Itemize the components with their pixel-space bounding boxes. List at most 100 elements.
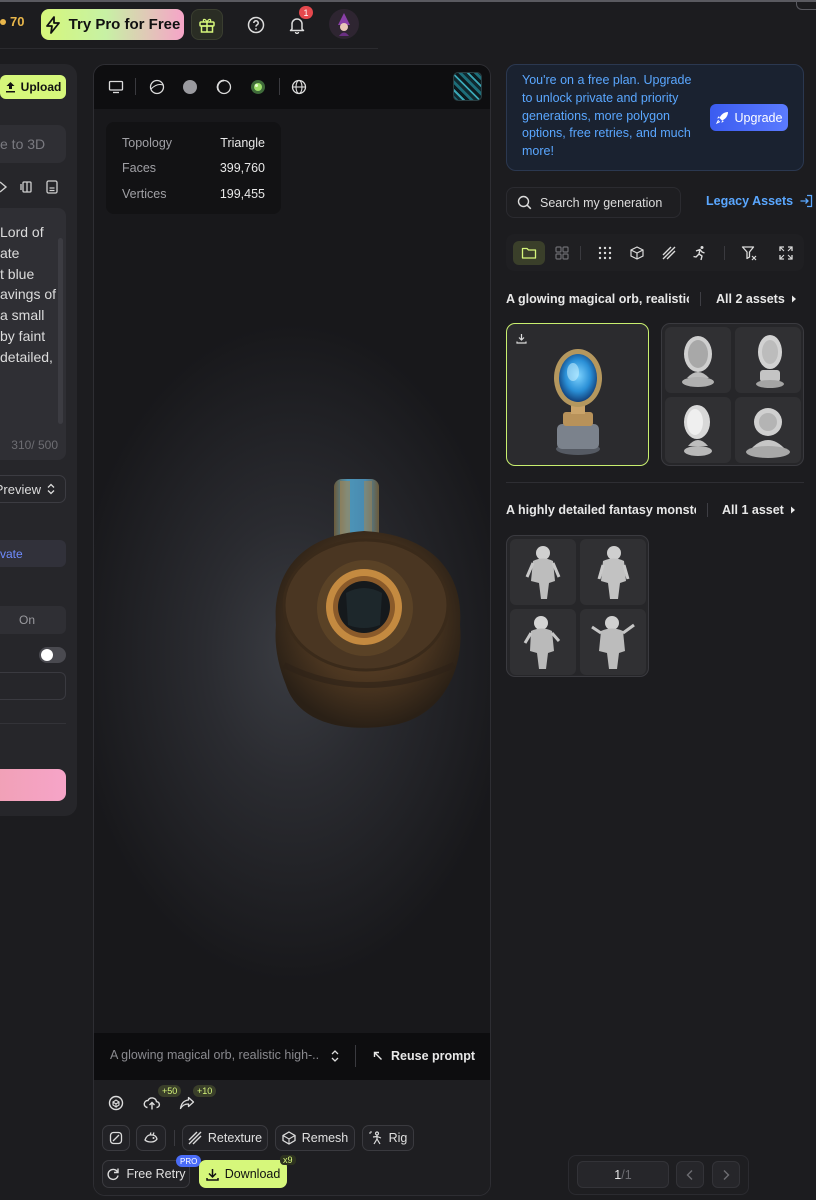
mirror-model-icon — [682, 336, 714, 387]
monster-thumbnail-4[interactable] — [580, 609, 646, 675]
grid-view-icon[interactable] — [552, 243, 572, 263]
stat-row-vertices: Vertices 199,455 — [122, 181, 265, 207]
share-icon[interactable] — [177, 1093, 197, 1113]
monster-model-icon — [523, 616, 561, 669]
variant-thumbnail-1[interactable] — [665, 327, 731, 393]
stat-value: 399,760 — [219, 161, 265, 176]
stat-row-topology: Topology Triangle — [122, 130, 265, 156]
tools-separator — [174, 1130, 175, 1146]
model-icon[interactable] — [106, 1093, 126, 1113]
view-all-assets-label: All 1 asset — [722, 503, 784, 517]
model-viewer[interactable] — [93, 64, 491, 1196]
globe-icon[interactable] — [289, 77, 309, 97]
creature-icon — [144, 1132, 158, 1143]
animate-button[interactable] — [136, 1125, 166, 1151]
document-icon[interactable] — [46, 180, 58, 194]
gift-button[interactable] — [191, 9, 223, 40]
group-header-separator — [707, 503, 708, 517]
monster-model-icon — [525, 546, 561, 599]
download-label: Download — [224, 1167, 281, 1181]
upgrade-button[interactable]: Upgrade — [710, 104, 788, 131]
cloud-upload-icon[interactable] — [142, 1093, 162, 1113]
prompt-preview-text[interactable]: A glowing magical orb, realistic high-..… — [110, 1048, 320, 1062]
search-placeholder: Search my generation — [540, 195, 663, 210]
variant-thumbnail-2[interactable] — [735, 327, 801, 393]
filter-separator — [724, 246, 725, 260]
filter-separator — [580, 246, 581, 260]
folder-icon[interactable] — [519, 243, 539, 263]
generation-mode-input[interactable]: e to 3D — [0, 125, 66, 163]
split-view-icon[interactable] — [20, 180, 34, 194]
mirror-model-icon — [746, 408, 790, 458]
toolbar-separator — [279, 78, 280, 95]
free-retry-label: Free Retry — [126, 1167, 186, 1181]
chevron-right-icon — [723, 1169, 730, 1180]
stylize-button[interactable] — [102, 1125, 130, 1151]
chevron-updown-icon — [47, 483, 55, 495]
generation-mode-label: e to 3D — [0, 136, 46, 152]
private-option[interactable]: vate — [0, 540, 66, 567]
quality-select-value: Preview — [0, 481, 41, 497]
search-input[interactable]: Search my generation — [506, 187, 681, 218]
retexture-button[interactable]: Retexture — [182, 1125, 268, 1151]
remesh-button[interactable]: Remesh — [275, 1125, 355, 1151]
monster-thumbnail-3[interactable] — [510, 609, 576, 675]
rig-button[interactable]: Rig — [362, 1125, 414, 1151]
monster-thumbnail-1[interactable] — [510, 539, 576, 605]
view-all-assets-link[interactable]: All 1 asset — [722, 503, 796, 517]
monster-model-icon — [591, 616, 635, 669]
reuse-prompt-label: Reuse prompt — [391, 1049, 476, 1063]
prompt-text: Lord of ate t blue avings of a small by … — [0, 224, 57, 365]
next-page-button[interactable] — [712, 1161, 740, 1188]
avatar[interactable] — [329, 9, 359, 39]
shaded-sphere-icon[interactable] — [214, 77, 234, 97]
retry-icon — [107, 1168, 120, 1181]
monitor-icon[interactable] — [106, 77, 126, 97]
dots-grid-icon[interactable] — [595, 243, 615, 263]
variant-thumbnail-4[interactable] — [735, 397, 801, 463]
stat-key: Topology — [122, 135, 173, 150]
asset-card-variants[interactable] — [661, 323, 804, 466]
try-pro-button[interactable]: Try Pro for Free — [41, 9, 184, 40]
legacy-assets-link[interactable]: Legacy Assets — [706, 194, 813, 208]
prompt-scrollbar[interactable] — [58, 238, 63, 424]
asset-card-monster[interactable] — [506, 535, 649, 677]
page-indicator[interactable]: 1/1 — [577, 1161, 669, 1188]
mirror-model-icon — [756, 335, 784, 388]
panel-divider — [0, 723, 66, 724]
sparkle-icon[interactable] — [0, 180, 8, 194]
asset-group-title[interactable]: A glowing magical orb, realistic ... — [506, 292, 689, 306]
wizard-avatar-icon — [338, 13, 350, 36]
on-option[interactable]: On — [0, 606, 66, 634]
view-all-assets-link[interactable]: All 2 assets — [716, 292, 797, 306]
expand-icon[interactable] — [776, 243, 796, 263]
gift-icon — [199, 18, 215, 33]
running-figure-icon[interactable] — [690, 243, 710, 263]
login-icon — [800, 194, 813, 208]
wireframe-sphere-icon[interactable] — [147, 77, 167, 97]
download-button[interactable]: Download — [199, 1160, 287, 1188]
settings-field[interactable] — [0, 672, 66, 700]
mirror-model-icon — [684, 405, 712, 456]
asset-card-selected[interactable] — [506, 323, 649, 466]
solid-sphere-icon[interactable] — [180, 77, 200, 97]
texture-stripes-icon[interactable] — [659, 243, 679, 263]
variant-thumbnail-3[interactable] — [665, 397, 731, 463]
credits-counter[interactable]: 70 — [0, 14, 24, 29]
texture-thumbnail[interactable] — [453, 72, 482, 101]
filter-icon[interactable] — [739, 243, 759, 263]
generate-button[interactable] — [0, 769, 66, 801]
chevron-updown-icon[interactable] — [330, 1049, 340, 1063]
help-button[interactable] — [243, 12, 269, 38]
quality-select[interactable]: Preview — [0, 475, 66, 503]
orb-model-render — [275, 479, 461, 728]
textured-sphere-icon[interactable] — [248, 77, 268, 97]
upload-button[interactable]: Upload — [0, 75, 66, 99]
prev-page-button[interactable] — [676, 1161, 704, 1188]
asset-group-title[interactable]: A highly detailed fantasy monster ... — [506, 503, 696, 517]
cube-icon[interactable] — [627, 243, 647, 263]
toggle-knob — [41, 649, 53, 661]
monster-thumbnail-2[interactable] — [580, 539, 646, 605]
reuse-prompt-button[interactable]: Reuse prompt — [373, 1046, 475, 1066]
mesh-icon — [282, 1131, 296, 1145]
